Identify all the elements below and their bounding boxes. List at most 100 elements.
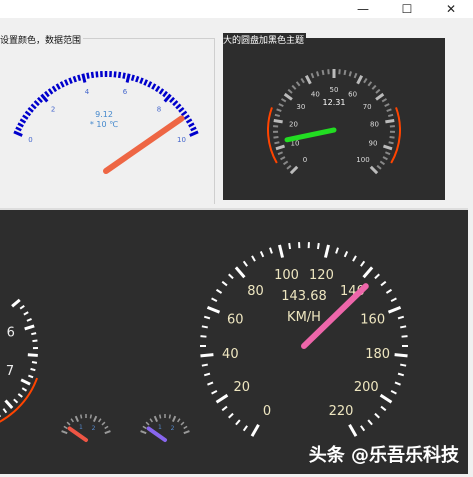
partial-gauge-minor-tick <box>31 332 37 336</box>
speed-tick-label: 220 <box>329 404 354 419</box>
partial-gauge-major-tick <box>4 399 14 409</box>
mini-gauge-1-tick <box>70 418 74 423</box>
speed-minor-tick <box>201 363 208 367</box>
mini-gauge-2-needle <box>146 426 167 442</box>
dark-gauge-minor-tick <box>389 136 395 139</box>
partial-gauge-major-tick <box>27 353 38 357</box>
dark-gauge-minor-tick <box>280 156 286 161</box>
mini-gauge-2-tick <box>172 415 177 423</box>
blue-minor-tick <box>143 79 149 86</box>
blue-major-tick <box>189 130 199 137</box>
blue-minor-tick <box>15 126 22 132</box>
blue-minor-tick <box>95 71 99 78</box>
partial-gauge-minor-tick <box>21 387 28 392</box>
partial-gauge-minor-tick <box>13 398 19 404</box>
partial-gauge-major-tick <box>11 298 21 308</box>
dark-gauge-tick-label: 60 <box>348 90 357 98</box>
minimize-button[interactable]: — <box>341 0 385 18</box>
dark-gauge-minor-tick <box>375 88 381 94</box>
mini-gauge-1-tick-label: 1 <box>79 424 83 431</box>
partial-gauge-minor-tick <box>30 367 36 372</box>
blue-minor-tick <box>30 103 37 110</box>
mini-gauge-2-tick <box>153 415 158 423</box>
blue-minor-tick <box>169 96 175 103</box>
dark-small-gauge-needle <box>284 127 337 143</box>
dark-gauge-major-tick <box>275 144 286 151</box>
blue-minor-tick <box>55 83 61 90</box>
speed-minor-tick <box>316 242 320 250</box>
dark-gauge-major-tick <box>289 165 299 175</box>
mini-gauge-1-tick <box>66 421 71 426</box>
blue-gauge-value: 9.12 <box>95 110 113 119</box>
speed-minor-tick <box>390 390 397 395</box>
mini-gauge-2-tick <box>177 418 181 423</box>
speed-major-tick <box>250 424 260 437</box>
dark-gauge-minor-tick <box>274 113 281 118</box>
close-button[interactable]: ✕ <box>429 0 473 18</box>
speed-minor-tick <box>207 381 214 386</box>
speed-minor-tick <box>380 405 387 412</box>
dark-gauge-minor-tick <box>286 164 292 170</box>
blue-minor-tick <box>51 85 58 93</box>
speed-minor-tick <box>211 390 218 395</box>
dark-gauge-minor-tick <box>291 84 297 90</box>
blue-minor-tick <box>154 85 161 93</box>
blue-tick-label: 6 <box>123 88 128 96</box>
dark-gauge-major-tick <box>369 165 379 175</box>
dark-gauge-minor-tick <box>387 113 394 118</box>
speed-major-tick <box>394 353 408 358</box>
blue-minor-tick <box>178 106 185 113</box>
blue-minor-tick <box>188 122 195 128</box>
blue-minor-tick <box>175 103 182 110</box>
speed-minor-tick <box>380 280 387 287</box>
watermark: 头条 @乐吾乐科技 <box>308 445 459 466</box>
speed-tick-label: 40 <box>222 347 239 362</box>
speed-major-tick <box>215 393 229 404</box>
blue-minor-tick <box>172 100 179 107</box>
mini-gauge-1-tick <box>74 415 79 423</box>
dark-gauge-minor-tick <box>381 98 388 103</box>
blue-minor-tick <box>19 118 27 124</box>
speed-major-tick <box>379 393 393 404</box>
blue-tick-label: 0 <box>28 136 32 144</box>
speed-minor-tick <box>390 297 397 302</box>
blue-minor-tick <box>147 81 153 88</box>
blue-tick-label: 2 <box>51 105 55 113</box>
speed-minor-tick <box>394 381 401 386</box>
dark-gauge-major-tick <box>382 144 393 151</box>
dark-small-gauge: 0102030405060708090100 12.31 <box>267 69 401 175</box>
dark-gauge-major-tick <box>385 118 395 124</box>
blue-minor-tick <box>151 83 157 90</box>
dark-gauge-tick-label: 70 <box>363 103 372 111</box>
dark-gauge-minor-tick <box>353 72 358 79</box>
mini-gauge-1-tick <box>104 425 109 430</box>
blue-minor-tick <box>158 88 165 95</box>
blue-minor-tick <box>47 88 54 95</box>
close-icon: ✕ <box>445 2 457 16</box>
large-gauges: 67 12 12 020406080100 120140160180200220 … <box>0 242 408 442</box>
partial-gauge-minor-tick <box>31 361 38 364</box>
speed-major-tick <box>278 244 285 258</box>
speed-minor-tick <box>288 242 292 250</box>
mini-gauge-2-tick-label: 2 <box>171 425 175 432</box>
dark-gauge-tick-label: 90 <box>369 140 378 148</box>
speed-tick-label: 0 <box>263 404 271 419</box>
partial-gauge-tick-label: 6 <box>7 326 15 341</box>
partial-gauge-minor-tick <box>17 393 23 398</box>
dark-gauge-minor-tick <box>367 81 373 87</box>
partial-gauge-minor-tick <box>26 317 32 322</box>
blue-gauge: 0 2 4 6 8 10 9.12 * 10 ℃ <box>13 71 199 174</box>
dark-gauge-major-tick <box>356 74 364 85</box>
blue-minor-tick <box>86 72 90 79</box>
minimize-icon: — <box>357 2 369 16</box>
dark-gauge-minor-tick <box>310 72 315 79</box>
blue-tick-label: 4 <box>85 88 90 96</box>
blue-minor-tick <box>117 71 122 79</box>
speed-minor-tick <box>374 273 380 280</box>
blue-minor-tick <box>17 122 24 128</box>
speed-minor-tick <box>203 372 211 377</box>
blue-minor-tick <box>33 100 40 107</box>
maximize-button[interactable]: ☐ <box>385 0 429 18</box>
dark-gauge-minor-tick <box>386 108 392 112</box>
dark-gauge-tick-label: 20 <box>289 121 298 129</box>
